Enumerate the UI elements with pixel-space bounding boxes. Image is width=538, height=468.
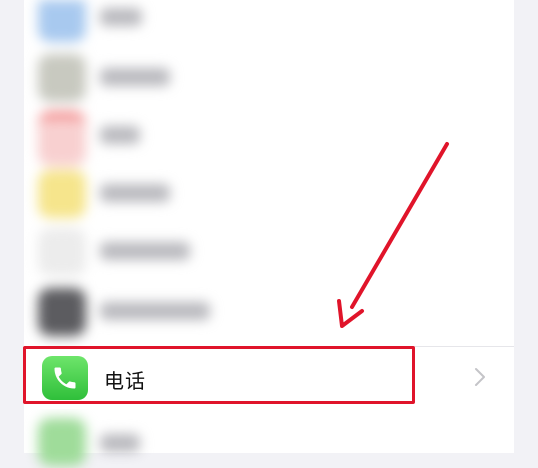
app-icon [38,112,86,166]
list-item[interactable] [0,0,538,48]
list-item[interactable] [0,166,538,224]
list-item-label [100,184,170,202]
list-item[interactable] [0,284,538,342]
app-icon [38,418,86,466]
list-item-label [100,242,190,260]
app-icon [38,0,86,42]
list-item-label [100,434,140,452]
chevron-right-icon [475,368,485,386]
app-icon [38,54,86,102]
list-item[interactable] [0,224,538,282]
blurred-settings-rows-bottom [0,408,538,468]
highlight-box [23,346,415,404]
app-icon [38,228,86,276]
app-icon [38,170,86,218]
list-item[interactable] [0,50,538,108]
app-icon [38,288,86,336]
list-item[interactable] [0,414,538,468]
list-item-label [100,126,140,144]
blurred-settings-rows [0,0,538,345]
list-item[interactable] [0,108,538,166]
list-item-label [100,68,170,86]
list-item-label [100,302,210,320]
list-item-label [100,8,142,26]
